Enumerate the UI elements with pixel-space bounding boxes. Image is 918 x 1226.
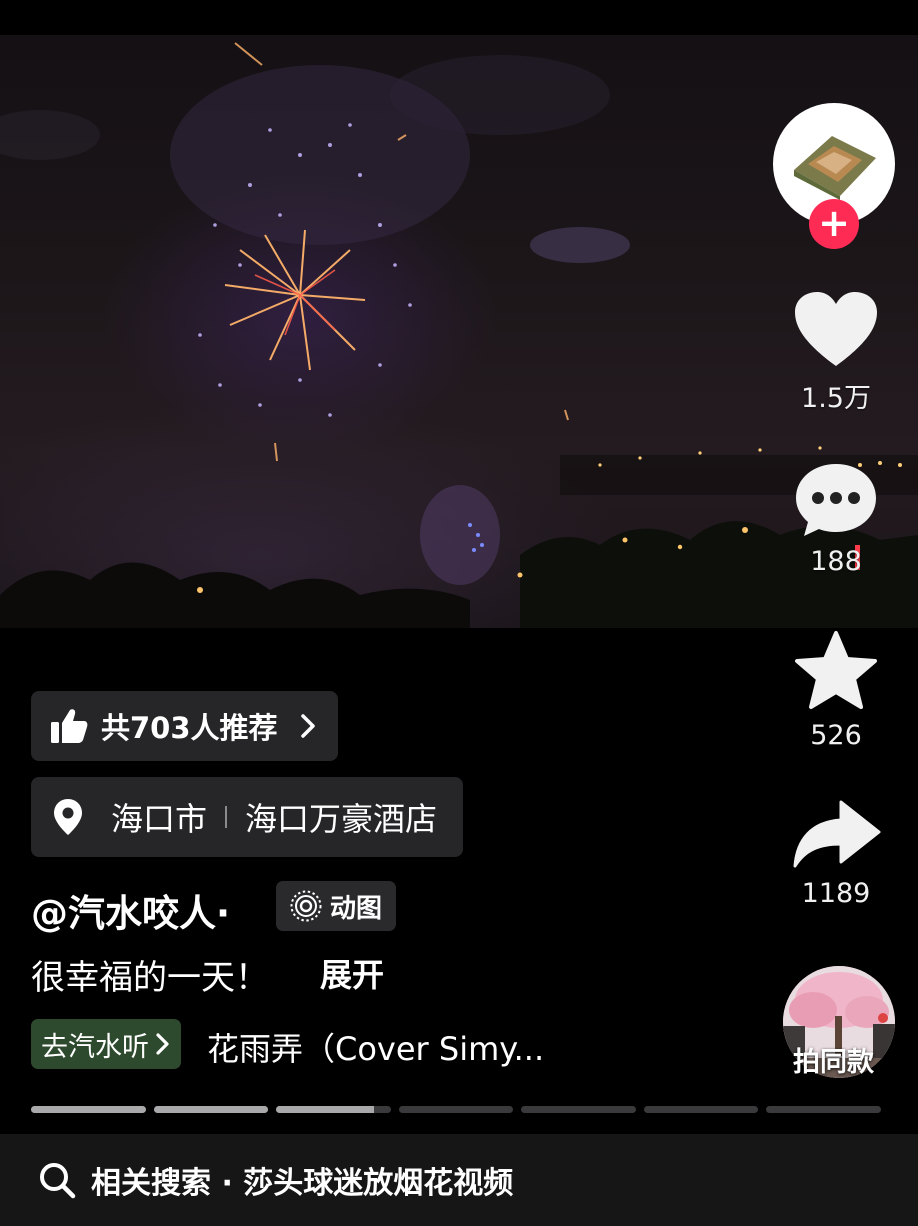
thumbs-up-icon [51, 709, 88, 743]
search-icon [40, 1163, 76, 1199]
progress-segment-fill [153, 1106, 269, 1113]
comment-count: 188 [810, 546, 862, 577]
share-icon [793, 800, 881, 868]
related-search-text: 相关搜索 · 莎头球迷放烟花视频 [91, 1166, 514, 1201]
progress-segment [521, 1106, 636, 1113]
share-button[interactable]: 1189 [790, 798, 882, 909]
progress-segment [153, 1106, 269, 1113]
video-feed-screen: + 1.5万 188 526 1189 共703人推荐 海口市 海口万豪酒店 @… [0, 0, 918, 1226]
live-photo-label: 动图 [330, 893, 383, 924]
recommend-banner[interactable]: 共703人推荐 [31, 691, 338, 761]
music-title[interactable]: 花雨弄（Cover Simy... [207, 1024, 544, 1070]
progress-segment [276, 1106, 391, 1113]
video-caption: 很幸福的一天！ [31, 958, 269, 998]
like-count: 1.5万 [801, 383, 871, 414]
star-icon [795, 631, 877, 709]
progress-segment [31, 1106, 146, 1113]
progress-segment [643, 1106, 759, 1113]
location-place: 海口万豪酒店 [245, 800, 438, 838]
location-tag[interactable]: 海口市 海口万豪酒店 [31, 777, 464, 857]
expand-button[interactable]: 展开 [320, 950, 384, 996]
heart-icon [795, 292, 877, 366]
location-divider [225, 806, 228, 828]
location-pin-icon [54, 799, 82, 835]
progress-segment [766, 1106, 882, 1113]
chevron-right-icon [300, 714, 315, 738]
status-bar-area [0, 0, 918, 35]
progress-segment [398, 1106, 514, 1113]
progress-segment-fill [31, 1106, 146, 1113]
follow-button[interactable]: + [809, 199, 859, 249]
comment-button[interactable]: 188 [790, 462, 882, 577]
author-avatar-group[interactable]: + [773, 103, 895, 249]
progress-segment-fill [276, 1106, 374, 1113]
chevron-right-icon [156, 1033, 169, 1055]
favorite-button[interactable]: 526 [790, 630, 882, 751]
recommend-label: 共703人推荐 [101, 711, 278, 745]
live-photo-icon [290, 890, 322, 922]
live-photo-tag[interactable]: 动图 [276, 881, 397, 931]
favorite-count: 526 [810, 720, 862, 751]
video-progress-bar[interactable] [31, 1106, 882, 1114]
same-style-label[interactable]: 拍同款 [793, 1040, 874, 1079]
like-button[interactable]: 1.5万 [790, 290, 882, 415]
author-handle[interactable]: @汽水咬人· [31, 883, 230, 937]
location-city: 海口市 [111, 800, 208, 838]
comment-icon [796, 464, 876, 536]
music-tag-label: 去汽水听 [41, 1031, 149, 1063]
share-count: 1189 [801, 878, 871, 909]
related-search-bar[interactable]: 相关搜索 · 莎头球迷放烟花视频 [0, 1134, 918, 1226]
zongzi-image [794, 136, 876, 200]
music-tag-button[interactable]: 去汽水听 [31, 1019, 181, 1069]
